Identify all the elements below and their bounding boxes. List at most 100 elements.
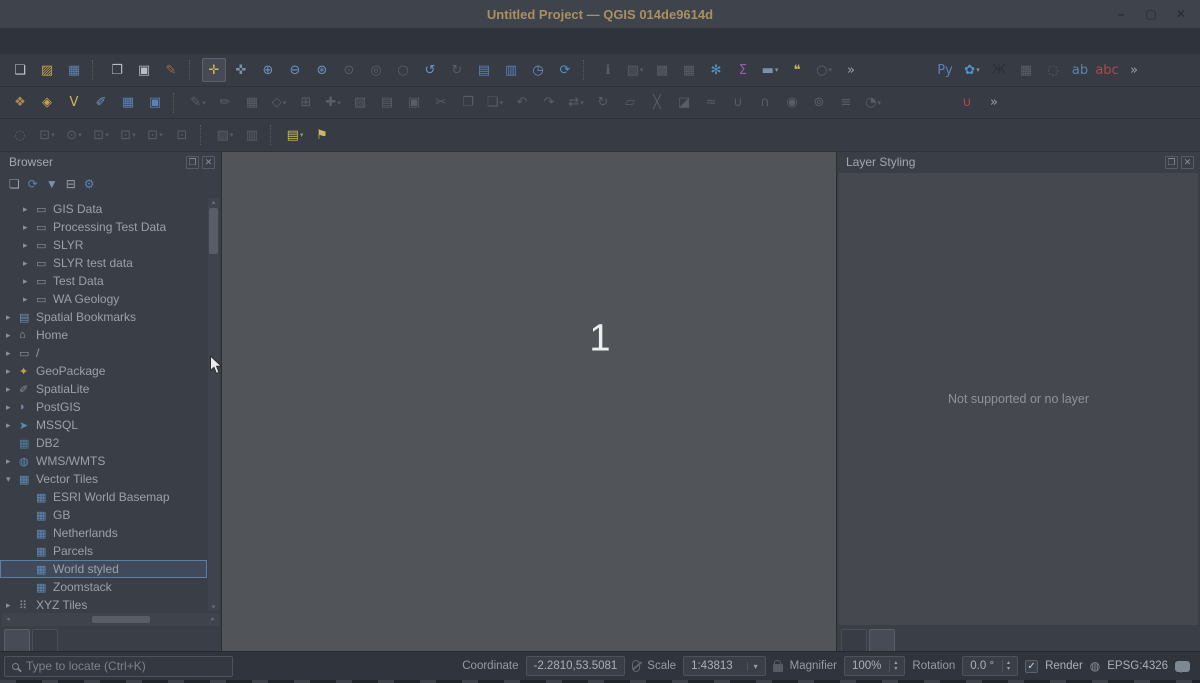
zoom-full[interactable]: ⊛ bbox=[310, 58, 334, 82]
processing-toolbox[interactable]: ✻ bbox=[704, 58, 728, 82]
select-features[interactable]: ▧ bbox=[623, 58, 647, 82]
pan-to-selection[interactable]: ✜ bbox=[229, 58, 253, 82]
tree-hscroll-thumb[interactable] bbox=[92, 616, 150, 623]
spin-down-icon[interactable]: ▾ bbox=[1007, 666, 1010, 672]
chevron-icon[interactable]: ▸ bbox=[23, 240, 36, 251]
tree-item-db2[interactable]: ▦ DB2 bbox=[0, 434, 207, 452]
browser-add-layer[interactable]: ❏ bbox=[9, 177, 20, 191]
measure-line[interactable]: ▬ bbox=[758, 58, 782, 82]
tree-item-slyr-test-data[interactable]: ▸ ▭ SLYR test data bbox=[0, 254, 207, 272]
locator-search-input[interactable]: Type to locate (Ctrl+K) bbox=[4, 656, 233, 677]
spin-down-icon[interactable]: ▾ bbox=[894, 666, 897, 672]
move-label[interactable]: ⊡ bbox=[143, 123, 167, 147]
tree-item-world-styled[interactable]: ▦ World styled bbox=[0, 560, 207, 578]
toggle-editing[interactable]: ✏ bbox=[213, 91, 237, 115]
offset-curve[interactable]: ∪ bbox=[726, 91, 750, 115]
change-label[interactable]: ⊡ bbox=[170, 123, 194, 147]
maximize-button[interactable]: ▢ bbox=[1138, 3, 1164, 25]
coordinate-input[interactable]: -2.2810,53.5081 bbox=[526, 656, 626, 676]
tree-vertical-scrollbar[interactable]: ▴ ▾ bbox=[208, 198, 219, 611]
identify-features[interactable]: ℹ bbox=[596, 58, 620, 82]
statistical-summary[interactable]: Σ bbox=[731, 58, 755, 82]
titlebar[interactable]: Untitled Project — QGIS 014de9614d –▢✕ bbox=[0, 0, 1200, 28]
browser-properties[interactable]: ⚙ bbox=[84, 177, 95, 191]
python-console[interactable]: Py bbox=[933, 58, 957, 82]
chevron-icon[interactable]: ▸ bbox=[6, 402, 19, 413]
tree-item-root[interactable]: ▸ ▭ / bbox=[0, 344, 207, 362]
spinner-arrows[interactable]: ▴ ▾ bbox=[1002, 660, 1010, 672]
new-grass-layer[interactable]: ▦ bbox=[116, 91, 140, 115]
show-hide-labels[interactable]: ⊡ bbox=[116, 123, 140, 147]
show-layout-manager[interactable]: ▣ bbox=[132, 58, 156, 82]
scale-features[interactable]: ▱ bbox=[618, 91, 642, 115]
tree-item-wa-geology[interactable]: ▸ ▭ WA Geology bbox=[0, 290, 207, 308]
rotate-point-symbols[interactable]: ◔ bbox=[861, 91, 885, 115]
paste-features[interactable]: ❑ bbox=[483, 91, 507, 115]
toolbar-overflow-3[interactable]: » bbox=[982, 91, 1006, 115]
chevron-icon[interactable]: ▸ bbox=[6, 456, 19, 467]
rotation-spinner[interactable]: 0.0 ° ▴ ▾ bbox=[962, 656, 1018, 676]
tree-item-mssql[interactable]: ▸ ➤ MSSQL bbox=[0, 416, 207, 434]
first-aid-debug[interactable]: Ж bbox=[987, 58, 1011, 82]
plugin-tool-b[interactable]: ◌ bbox=[1041, 58, 1065, 82]
digitize-with-curve[interactable]: ◇ bbox=[267, 91, 291, 115]
tree-item-spatial-bookmarks[interactable]: ▸ ▤ Spatial Bookmarks bbox=[0, 308, 207, 326]
add-point-feature[interactable]: ⊞ bbox=[294, 91, 318, 115]
zoom-native[interactable]: ○ bbox=[391, 58, 415, 82]
chevron-icon[interactable]: ▸ bbox=[23, 258, 36, 269]
processing-model-designer[interactable]: ✿ bbox=[960, 58, 984, 82]
tree-item-slyr[interactable]: ▸ ▭ SLYR bbox=[0, 236, 207, 254]
zoom-out[interactable]: ⊖ bbox=[283, 58, 307, 82]
zoom-next[interactable]: ↻ bbox=[445, 58, 469, 82]
chevron-icon[interactable]: ▸ bbox=[6, 600, 19, 611]
highlight-pinned-labels[interactable]: ⊙ bbox=[62, 123, 86, 147]
chevron-icon[interactable]: ▾ bbox=[6, 474, 19, 485]
plugin-tool-a[interactable]: ▦ bbox=[1014, 58, 1038, 82]
split-features[interactable]: ╳ bbox=[645, 91, 669, 115]
close-button[interactable]: ✕ bbox=[1168, 3, 1194, 25]
modify-attributes[interactable]: ▤ bbox=[375, 91, 399, 115]
styling-close-button[interactable]: ✕ bbox=[1181, 156, 1194, 169]
chevron-icon[interactable]: ▸ bbox=[6, 348, 19, 359]
split-parts[interactable]: ◪ bbox=[672, 91, 696, 115]
tree-item-zoomstack[interactable]: ▦ Zoomstack bbox=[0, 578, 207, 596]
crs-globe-icon[interactable]: ◍ bbox=[1090, 659, 1100, 673]
raster-contrast-stretch[interactable]: ▥ bbox=[240, 123, 264, 147]
open-project[interactable]: ▨ bbox=[35, 58, 59, 82]
browser-collapse-all[interactable]: ⊟ bbox=[66, 177, 76, 191]
tree-scroll-thumb[interactable] bbox=[209, 208, 218, 254]
scroll-down-icon[interactable]: ▾ bbox=[208, 603, 219, 611]
new-geopackage-layer[interactable]: ◈ bbox=[35, 91, 59, 115]
temporal-controller[interactable]: ◷ bbox=[526, 58, 550, 82]
tree-horizontal-scrollbar[interactable]: ◂ ▸ bbox=[2, 613, 219, 626]
style-manager[interactable]: ✎ bbox=[159, 58, 183, 82]
fill-ring[interactable]: ◉ bbox=[780, 91, 804, 115]
tree-item-spatialite[interactable]: ▸ ✐ SpatiaLite bbox=[0, 380, 207, 398]
chevron-icon[interactable]: ▸ bbox=[6, 420, 19, 431]
tab-browser[interactable] bbox=[4, 629, 30, 651]
vertex-tool[interactable]: ✚ bbox=[321, 91, 345, 115]
add-part[interactable]: ⊚ bbox=[807, 91, 831, 115]
magnifier-spinner[interactable]: 100% ▴ ▾ bbox=[844, 656, 905, 676]
pan-map[interactable]: ✛ bbox=[202, 58, 226, 82]
new-spatialite-layer[interactable]: ✐ bbox=[89, 91, 113, 115]
scale-combo[interactable]: 1:43813 ▾ bbox=[683, 656, 766, 676]
new-spatial-bookmark[interactable]: ▤ bbox=[472, 58, 496, 82]
new-print-layout[interactable]: ❐ bbox=[105, 58, 129, 82]
zoom-to-selection[interactable]: ⊙ bbox=[337, 58, 361, 82]
crs-label[interactable]: EPSG:4326 bbox=[1107, 660, 1168, 672]
chevron-icon[interactable]: ▸ bbox=[23, 276, 36, 287]
add-ring[interactable]: ∩ bbox=[753, 91, 777, 115]
tab-debugging-tools[interactable] bbox=[841, 629, 867, 651]
toolbar-overflow-2[interactable]: » bbox=[1122, 58, 1146, 82]
browser-refresh[interactable]: ⟳ bbox=[28, 177, 38, 191]
tree-item-home[interactable]: ▸ ⌂ Home bbox=[0, 326, 207, 344]
browser-filter[interactable]: ▼ bbox=[46, 177, 58, 191]
tree-item-esri-world-basemap[interactable]: ▦ ESRI World Basemap bbox=[0, 488, 207, 506]
layer-diagram-options[interactable]: ⊡ bbox=[35, 123, 59, 147]
chevron-icon[interactable]: ▸ bbox=[23, 204, 36, 215]
render-checkbox[interactable]: ✓ bbox=[1025, 660, 1038, 673]
tree-item-postgis[interactable]: ▸ ◗ PostGIS bbox=[0, 398, 207, 416]
tree-item-wms-wmts[interactable]: ▸ ◍ WMS/WMTS bbox=[0, 452, 207, 470]
toolbar-overflow[interactable]: » bbox=[839, 58, 863, 82]
